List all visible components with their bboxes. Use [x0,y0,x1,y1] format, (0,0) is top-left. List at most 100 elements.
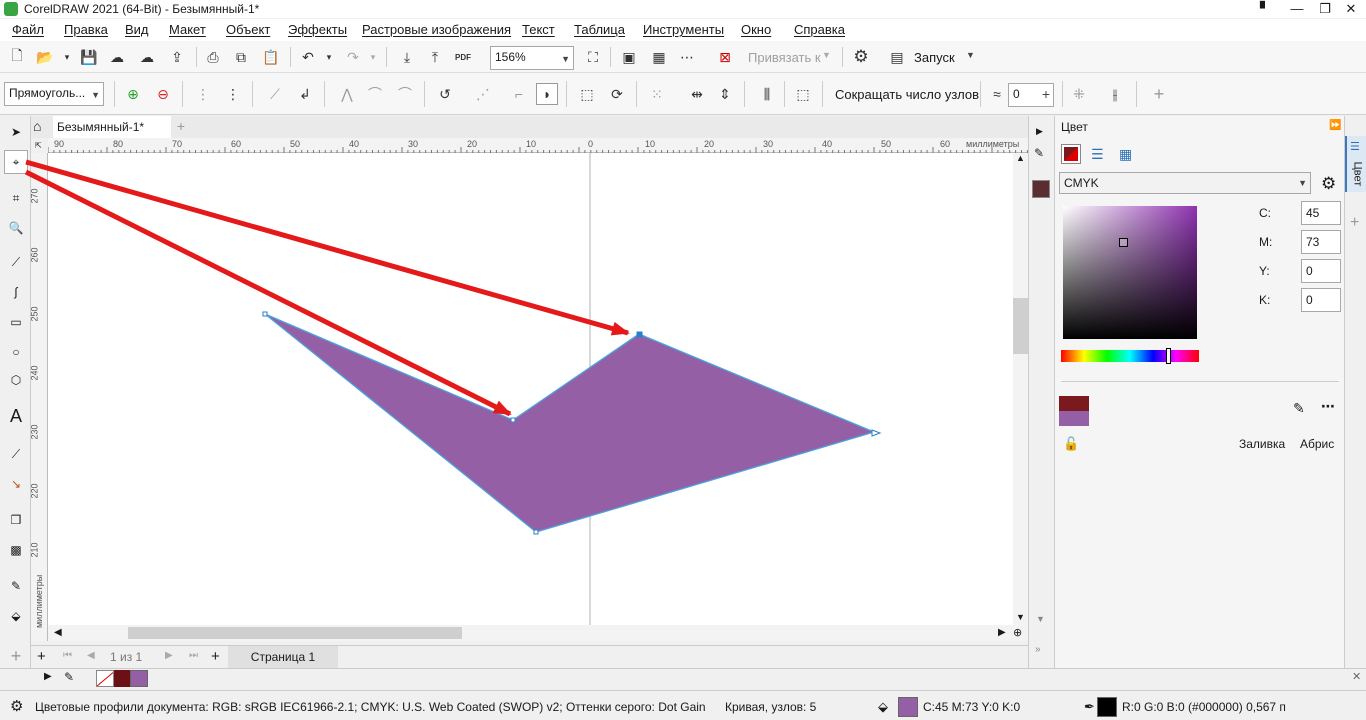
artistic-media-icon[interactable]: ∫ [4,280,28,304]
to-curve-icon[interactable]: ↲ [294,83,316,105]
magenta-input[interactable]: 73 [1301,230,1341,254]
parallel-dimension-icon[interactable]: ⟋ [4,442,28,466]
maximize-button[interactable]: ❐ [1312,0,1338,18]
menu-object[interactable]: Объект [226,19,270,41]
crop-tool-icon[interactable]: ⌗ [4,186,28,210]
curve-smoothness-icon[interactable]: ≈ [986,83,1008,105]
menu-text[interactable]: Текст [522,19,555,41]
gear-icon[interactable]: ⚙ [1321,174,1336,194]
open-icon[interactable]: 📂 [34,46,56,68]
select-all-nodes-icon[interactable]: ⬚ [792,83,814,105]
pick-tool-icon[interactable]: ➤ [4,120,28,144]
palette-scroll-down-icon[interactable]: ▼ [1036,614,1045,624]
text-tool-icon[interactable]: A [4,404,28,428]
scroll-left-icon[interactable]: ◀ [54,627,62,638]
node-options-icon[interactable]: ⁜ [1068,83,1090,105]
align-nodes-icon[interactable]: ⁙ [646,83,668,105]
add-tool-icon[interactable]: + [4,644,28,668]
node-handle[interactable] [510,417,516,423]
zoom-tool-icon[interactable]: 🔍 [4,216,28,240]
add-page-after-icon[interactable]: + [211,648,220,665]
menu-file[interactable]: Файл [12,19,44,41]
menu-effects[interactable]: Эффекты [288,19,347,41]
vertical-scrollbar[interactable]: ▲ ▼ [1013,153,1028,625]
extend-curve-icon[interactable]: ⋰ [472,83,494,105]
drop-shadow-icon[interactable]: ❒ [4,508,28,532]
chevron-down-icon[interactable]: ▼ [966,50,975,60]
close-button[interactable]: ✕ [1338,0,1364,18]
hue-slider-thumb[interactable] [1166,348,1171,364]
zoom-navigator-icon[interactable]: ⊕ [1013,626,1022,639]
yellow-input[interactable]: 0 [1301,259,1341,283]
menu-window[interactable]: Окно [741,19,771,41]
drawing-canvas[interactable] [48,153,1013,625]
full-screen-icon[interactable]: ▣ [618,46,640,68]
delete-node-icon[interactable]: ⊖ [152,83,174,105]
cloud-upload-icon[interactable]: ☁ [106,46,128,68]
horizontal-scroll-thumb[interactable] [128,627,462,639]
gear-icon[interactable]: ⚙ [850,46,872,68]
tab-document[interactable]: Безымянный-1* [53,116,171,138]
docker-collapse-icon[interactable]: ⏩ [1329,120,1341,131]
node-tracking-icon[interactable]: ⫲ [1104,83,1126,105]
menu-table[interactable]: Таблица [574,19,625,41]
ruler-origin-icon[interactable]: ⇱ [35,141,42,150]
snap-off-icon[interactable]: ⊠ [714,46,736,68]
extract-subpath-icon[interactable]: ⌐ [508,83,530,105]
color-picker-area[interactable] [1063,206,1197,339]
share-icon[interactable]: ⇪ [166,46,188,68]
add-page-before-icon[interactable]: + [37,648,46,665]
scroll-right-icon[interactable]: ▶ [998,627,1006,638]
launch-icon[interactable]: ▤ [886,46,908,68]
palette-close-icon[interactable]: ✕ [1352,670,1361,683]
export-pdf-icon[interactable]: PDF [452,46,474,68]
horizontal-scrollbar[interactable]: ◀ ▶ ⊕ [48,625,1028,641]
add-node-icon[interactable]: ⊕ [122,83,144,105]
selection-mode-combo[interactable]: Прямоуголь... ▼ [4,82,104,106]
outline-color-swatch[interactable] [1097,697,1117,717]
new-tab-icon[interactable]: + [173,118,189,136]
menu-layout[interactable]: Макет [169,19,206,41]
menu-help[interactable]: Справка [794,19,845,41]
menu-tools[interactable]: Инструменты [643,19,724,41]
interactive-fill-icon[interactable]: ⬙ [4,604,28,628]
launch-dropdown[interactable]: Запуск [914,50,955,65]
color-model-combo[interactable]: CMYK ▼ [1059,172,1311,194]
zoom-to-page-icon[interactable]: ⛶ [582,46,604,68]
zoom-combo[interactable]: 156% ▼ [490,46,574,70]
chevron-down-icon[interactable]: ▼ [822,50,831,60]
tab-color-docker[interactable]: ☰ Цвет [1345,136,1366,192]
reflect-vertical-icon[interactable]: ⇕ [714,83,736,105]
color-profiles-text[interactable]: Цветовые профили документа: RGB: sRGB IE… [35,700,705,714]
hue-slider[interactable] [1061,348,1199,364]
prev-page-icon[interactable]: ◀ [87,650,95,661]
node-handle-selected[interactable] [636,331,643,338]
node-handle[interactable] [262,311,268,317]
cloud-sync-icon[interactable]: ☁ [136,46,158,68]
color-palettes-icon[interactable]: ▦ [1119,146,1132,163]
redo-dropdown-icon[interactable]: ▾ [362,46,384,68]
menu-bitmaps[interactable]: Растровые изображения [362,19,511,41]
guidelines-icon[interactable]: ⋯ [676,46,698,68]
color-sliders-icon[interactable]: ☰ [1091,146,1104,163]
add-docker-icon[interactable]: + [1350,214,1359,232]
cusp-node-icon[interactable]: ⋀ [336,83,358,105]
join-nodes-icon[interactable]: ⋮ [192,83,214,105]
palette-expand-icon[interactable]: ▶ [1036,126,1043,137]
eyedropper-icon[interactable]: ✎ [1034,146,1044,160]
eyedropper-icon[interactable]: ✎ [1293,400,1305,417]
palette-swatch[interactable] [114,670,130,687]
polygon-tool-icon[interactable]: ⬡ [4,368,28,392]
elastic-mode-icon[interactable]: ⫼ [756,83,778,105]
shape-tool-icon[interactable]: ⌖ [4,150,28,174]
node-handle-end[interactable] [871,429,882,437]
no-color-swatch[interactable] [96,670,114,687]
minimize-button[interactable]: — [1284,0,1310,18]
paste-icon[interactable]: 📋 [260,46,282,68]
snap-to-dropdown[interactable]: Привязать к [748,50,821,65]
last-page-icon[interactable]: ⏭ [189,650,198,661]
black-input[interactable]: 0 [1301,288,1341,312]
page-tab-1[interactable]: Страница 1 [228,646,338,668]
vertical-scroll-thumb[interactable] [1013,298,1028,354]
reduce-nodes-button[interactable]: Сокращать число узлов [835,87,979,102]
